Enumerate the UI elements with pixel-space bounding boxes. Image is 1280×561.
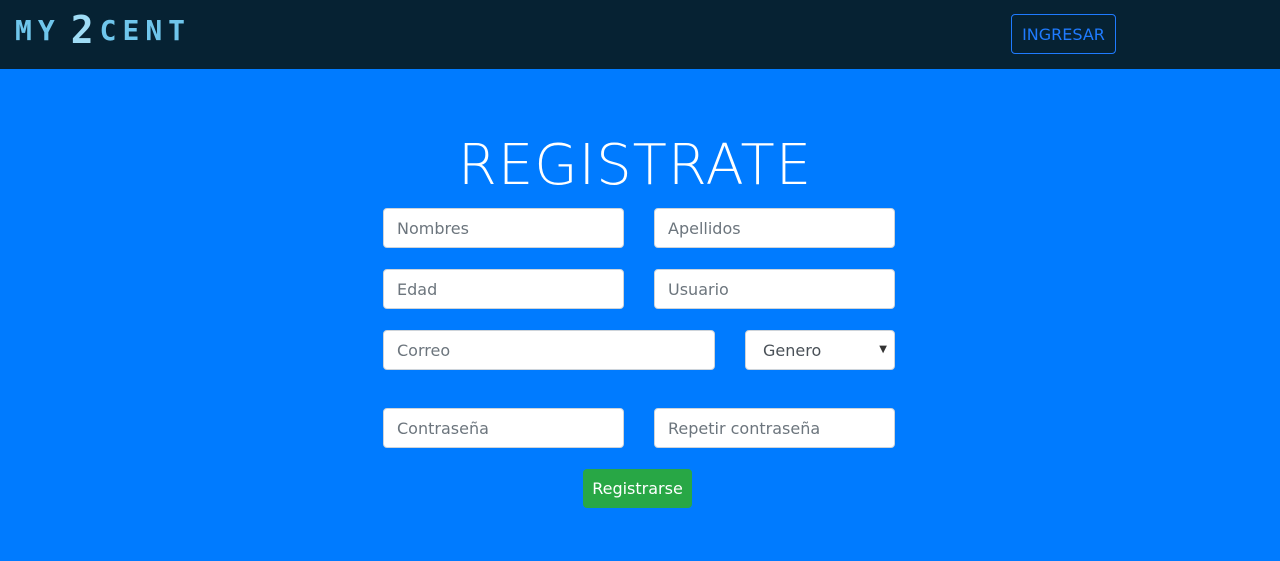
email-input[interactable] — [383, 330, 715, 370]
page-title: REGISTRATE — [457, 133, 813, 198]
first-name-input[interactable] — [383, 208, 624, 248]
age-input[interactable] — [383, 269, 624, 309]
logo[interactable]: MY 2 CENT — [15, 8, 192, 52]
logo-text-right: CENT — [99, 13, 192, 47]
username-input[interactable] — [654, 269, 895, 309]
last-name-input[interactable] — [654, 208, 895, 248]
register-button[interactable]: Registrarse — [583, 469, 692, 508]
password-input[interactable] — [383, 408, 624, 448]
gender-select[interactable]: Genero ▼ — [745, 330, 895, 370]
repeat-password-input[interactable] — [654, 408, 895, 448]
logo-number: 2 — [70, 8, 94, 52]
chevron-down-icon: ▼ — [879, 344, 887, 355]
logo-text-left: MY — [15, 13, 61, 47]
navbar: MY 2 CENT INGRESAR — [0, 0, 1280, 69]
gender-select-value: Genero — [763, 340, 822, 360]
login-button[interactable]: INGRESAR — [1011, 14, 1116, 54]
